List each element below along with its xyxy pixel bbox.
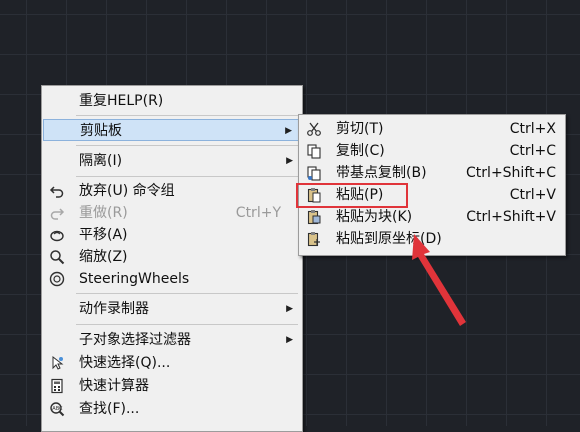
quick-select-icon (52, 355, 64, 370)
submenu-item-shortcut: Ctrl+X (509, 121, 556, 137)
submenu-arrow-icon: ▶ (286, 335, 293, 345)
submenu-item-copy-with-base[interactable]: 带基点复制(B) Ctrl+Shift+C (300, 162, 564, 184)
submenu-item-copy[interactable]: 复制(C) Ctrl+C (300, 140, 564, 162)
submenu-item-paste[interactable]: 粘贴(P) Ctrl+V (300, 184, 564, 206)
submenu-item-label: 剪切(T) (336, 121, 384, 137)
context-menu: 重复HELP(R) 剪贴板 ▶ 隔离(I) ▶ 放弃(U) 命令组 重做(R) … (41, 85, 303, 432)
submenu-arrow-icon: ▶ (286, 304, 293, 314)
submenu-item-shortcut: Ctrl+Shift+C (466, 165, 556, 181)
redo-icon (50, 208, 65, 220)
menu-item-label: 隔离(I) (79, 153, 123, 169)
pan-hand-icon (50, 230, 64, 242)
submenu-item-shortcut: Ctrl+Shift+V (466, 209, 556, 225)
svg-text:ABC: ABC (52, 406, 63, 412)
submenu-item-label: 带基点复制(B) (336, 165, 427, 181)
menu-item-label: 子对象选择过滤器 (79, 332, 191, 348)
submenu-item-paste-as-block[interactable]: 粘贴为块(K) Ctrl+Shift+V (300, 206, 564, 228)
paste-clipboard-icon (307, 188, 321, 203)
copy-base-point-icon (307, 166, 321, 181)
paste-as-block-icon (307, 210, 321, 225)
menu-item-label: 平移(A) (79, 227, 128, 243)
submenu-arrow-icon: ▶ (285, 126, 292, 136)
menu-item-label: 动作录制器 (79, 301, 149, 317)
menu-item-steeringwheels[interactable]: SteeringWheels (43, 268, 301, 290)
find-text-icon: ABC (50, 402, 65, 417)
menu-item-isolate[interactable]: 隔离(I) ▶ (43, 150, 301, 172)
menu-separator (76, 324, 298, 325)
undo-icon (49, 186, 64, 198)
annotation-arrow (412, 234, 466, 326)
zoom-magnifier-icon (50, 250, 65, 265)
menu-item-pan[interactable]: 平移(A) (43, 224, 301, 246)
menu-item-label: 放弃(U) 命令组 (79, 183, 175, 199)
submenu-arrow-icon: ▶ (286, 156, 293, 166)
menu-item-label: 重复HELP(R) (79, 93, 164, 109)
menu-item-zoom[interactable]: 缩放(Z) (43, 246, 301, 268)
steering-wheel-icon (49, 271, 65, 287)
menu-separator (76, 293, 298, 294)
submenu-item-label: 复制(C) (336, 143, 385, 159)
paste-original-coordinates-icon (307, 232, 320, 247)
submenu-item-shortcut: Ctrl+C (509, 143, 556, 159)
menu-item-label: 重做(R) (79, 205, 128, 221)
menu-item-subobject-filter[interactable]: 子对象选择过滤器 ▶ (43, 329, 301, 351)
submenu-item-cut[interactable]: 剪切(T) Ctrl+X (300, 118, 564, 140)
menu-separator (76, 115, 298, 116)
menu-separator (76, 145, 298, 146)
scissors-icon (307, 122, 321, 136)
menu-item-action-recorder[interactable]: 动作录制器 ▶ (43, 298, 301, 320)
menu-item-quick-select[interactable]: 快速选择(Q)... (43, 352, 301, 374)
menu-item-find[interactable]: ABC 查找(F)... (43, 398, 301, 420)
submenu-item-label: 粘贴(P) (336, 187, 384, 203)
menu-separator (76, 176, 298, 177)
submenu-item-label: 粘贴为块(K) (336, 209, 413, 225)
menu-item-label: 剪贴板 (80, 123, 122, 139)
menu-item-clipboard[interactable]: 剪贴板 ▶ (43, 119, 301, 141)
menu-item-redo[interactable]: 重做(R) Ctrl+Y (43, 202, 301, 224)
copy-icon (307, 144, 321, 159)
menu-item-label: 快速选择(Q)... (79, 355, 171, 371)
menu-item-label: SteeringWheels (79, 271, 190, 287)
menu-item-label: 缩放(Z) (79, 249, 128, 265)
menu-item-shortcut: Ctrl+Y (235, 205, 281, 221)
calculator-icon (51, 378, 63, 394)
menu-item-repeat-help[interactable]: 重复HELP(R) (43, 90, 301, 112)
menu-item-quick-calc[interactable]: 快速计算器 (43, 375, 301, 397)
menu-item-label: 快速计算器 (79, 378, 149, 394)
menu-item-label: 查找(F)... (79, 401, 140, 417)
submenu-item-shortcut: Ctrl+V (509, 187, 556, 203)
menu-item-undo[interactable]: 放弃(U) 命令组 (43, 180, 301, 202)
